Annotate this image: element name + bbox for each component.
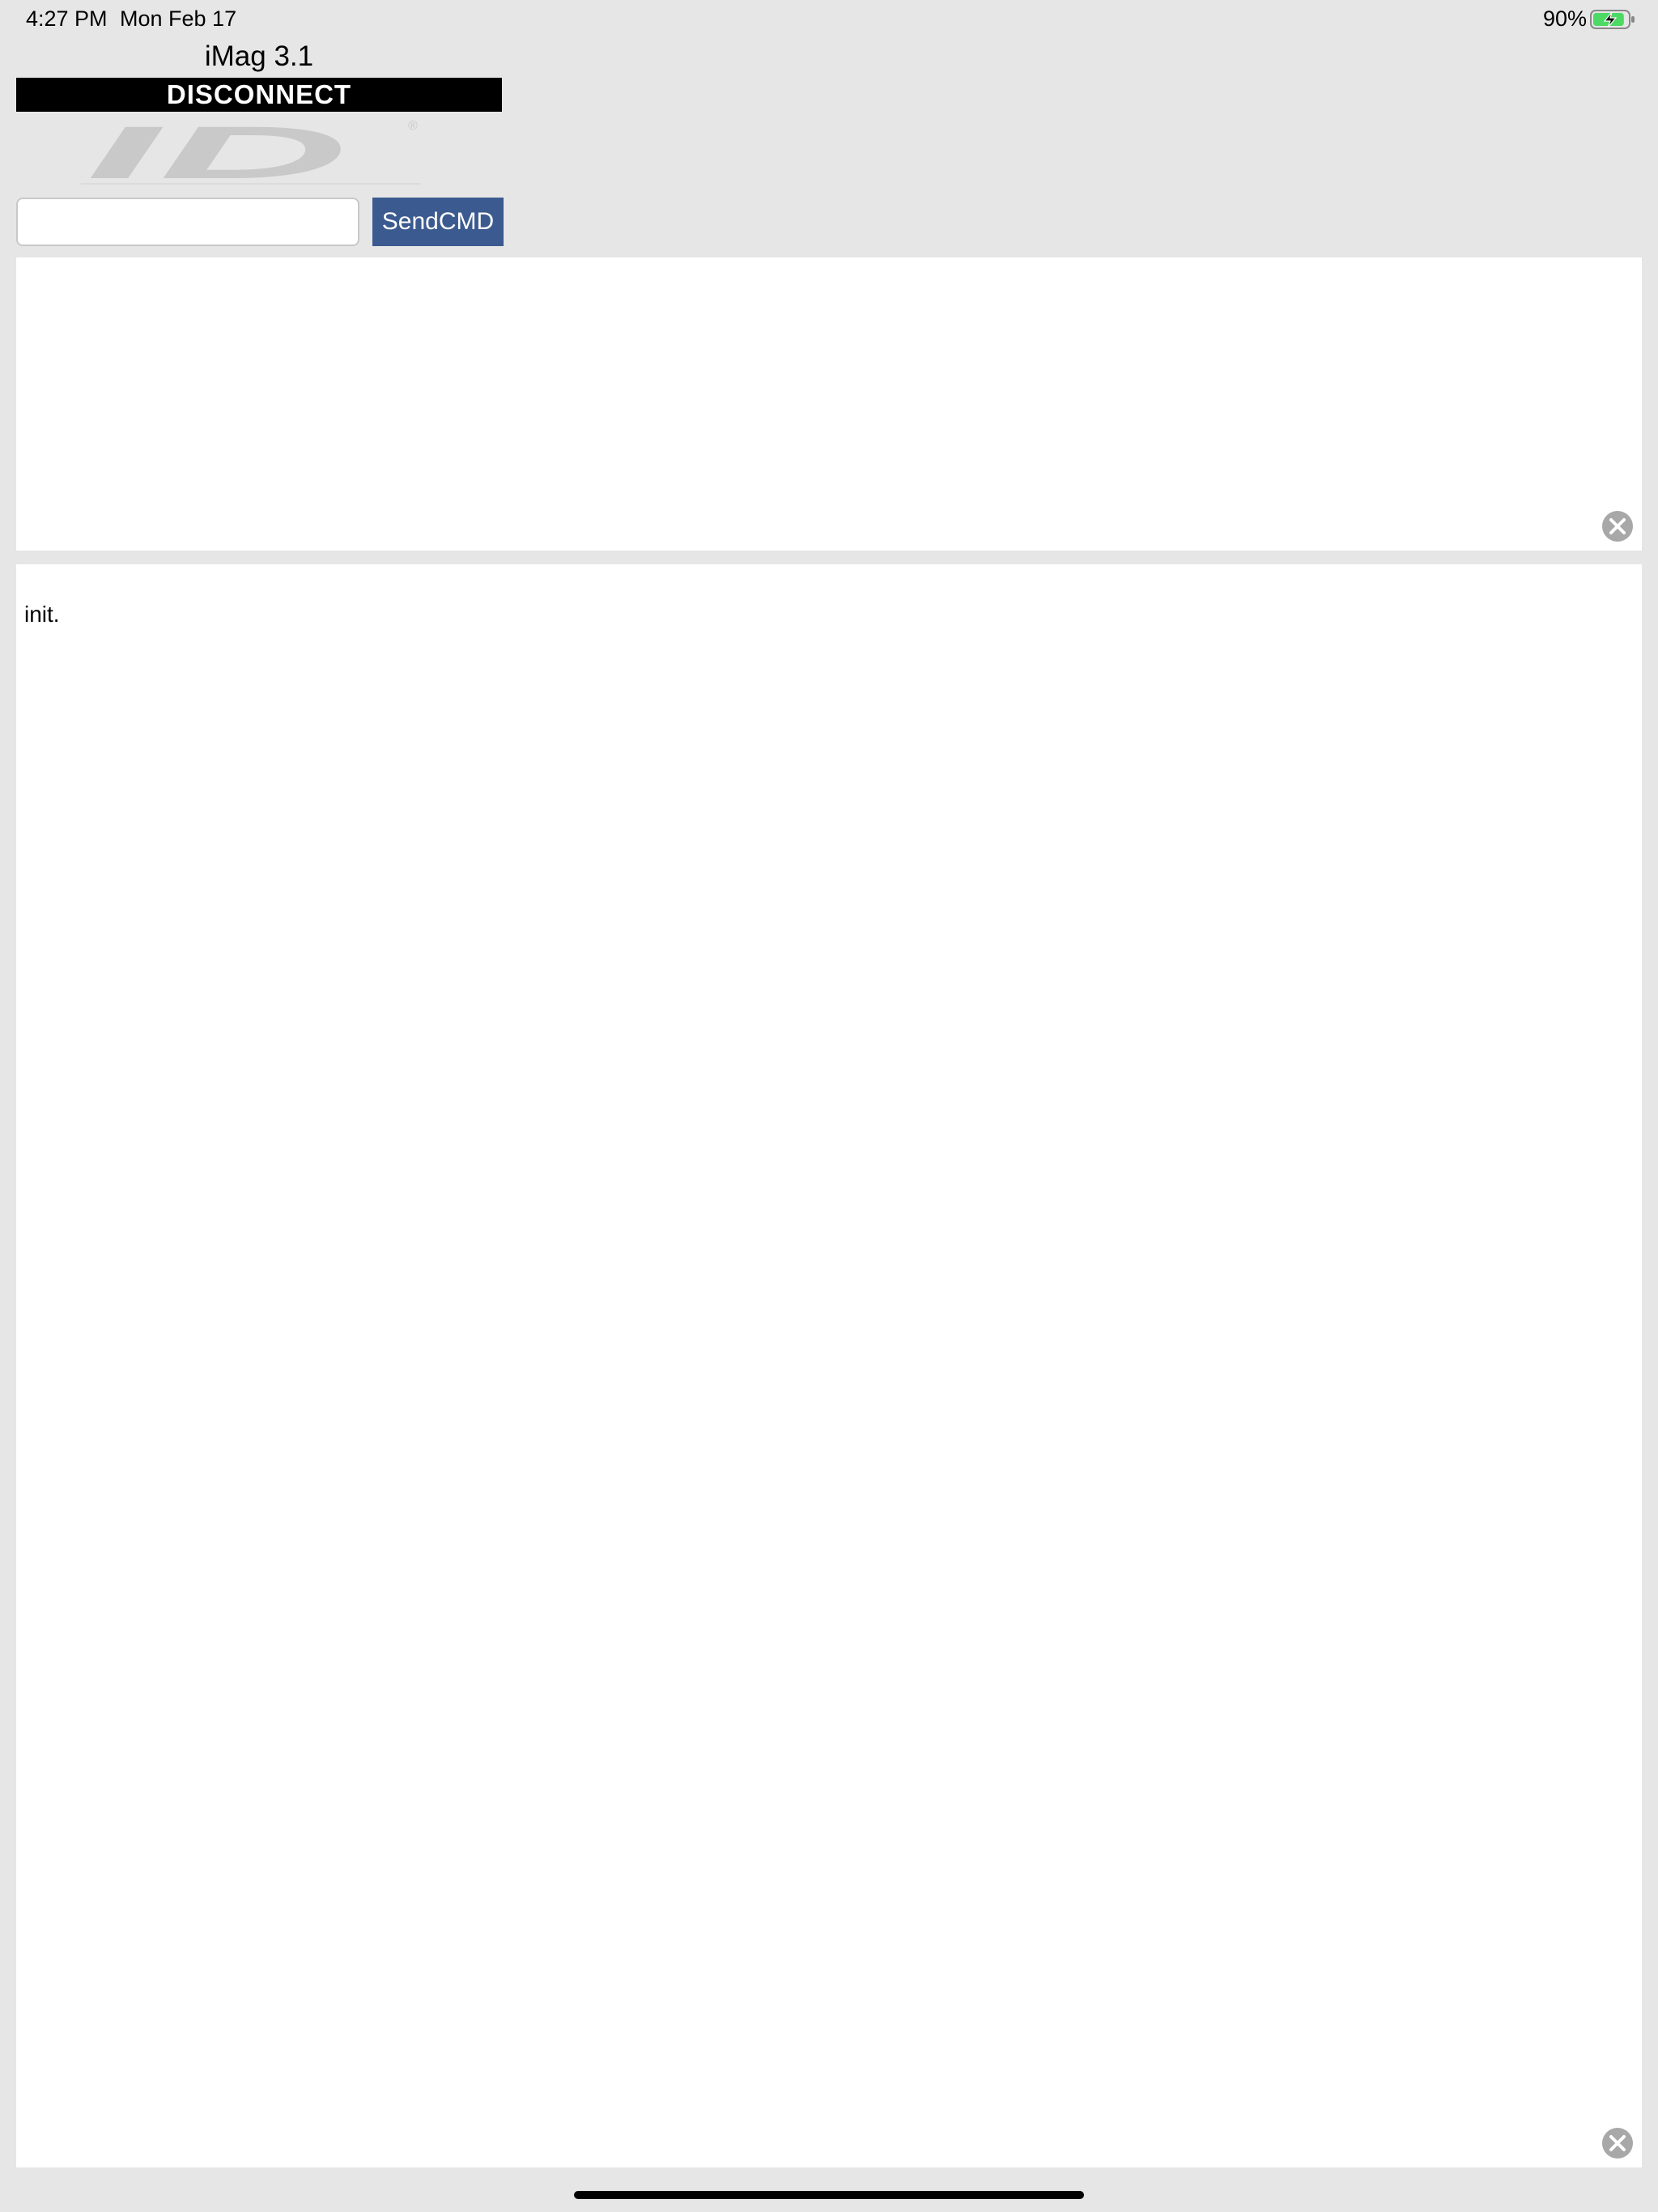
status-bar: 4:27 PM Mon Feb 17 90% (0, 0, 1658, 39)
clear-icon[interactable] (1601, 2127, 1634, 2159)
battery-percentage: 90% (1542, 6, 1587, 31)
app-title: iMag 3.1 (204, 40, 314, 72)
status-date: Mon Feb 17 (120, 6, 237, 31)
battery-charging-icon (1590, 10, 1635, 29)
status-time: 4:27 PM (26, 6, 108, 31)
disconnect-button[interactable]: DISCONNECT (16, 78, 502, 112)
clear-icon[interactable] (1601, 510, 1634, 542)
send-command-button[interactable]: SendCMD (372, 198, 504, 246)
svg-text:ID: ID (86, 112, 348, 189)
log-panel[interactable]: init. (16, 564, 1642, 2167)
response-panel[interactable] (16, 257, 1642, 551)
home-indicator[interactable] (574, 2191, 1084, 2199)
command-input[interactable] (16, 198, 359, 246)
idtech-logo: ID ® (81, 112, 421, 189)
log-text: init. (24, 602, 60, 627)
svg-text:®: ® (408, 119, 418, 133)
